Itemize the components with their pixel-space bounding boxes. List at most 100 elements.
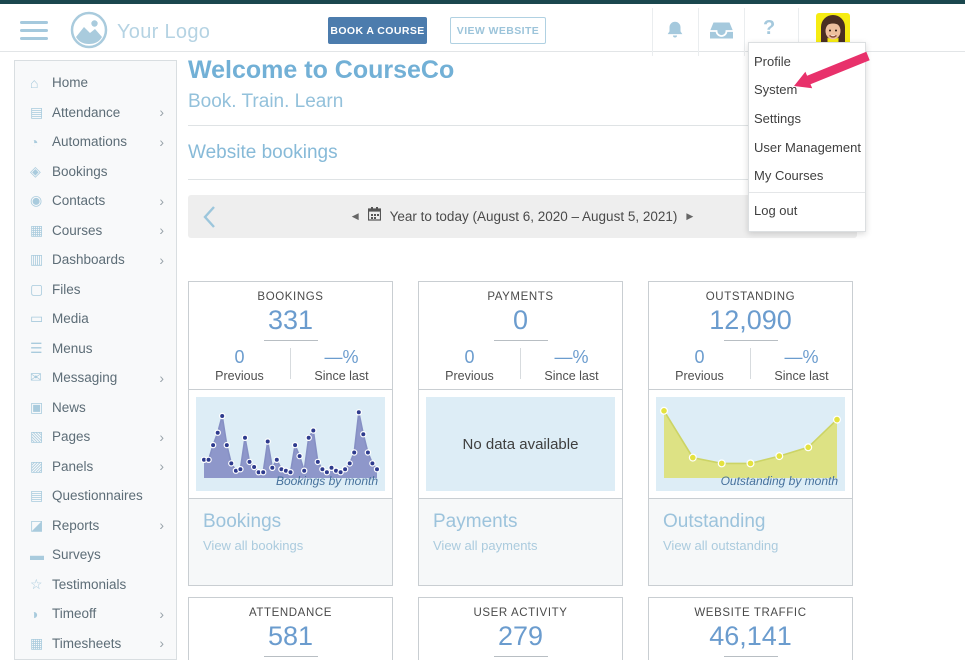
header-divider (744, 8, 745, 56)
sidebar-item-timeoff[interactable]: ◑Timeoff› (15, 599, 176, 629)
previous-period-icon[interactable]: ◀ (352, 211, 359, 222)
menu-item-log-out[interactable]: Log out (749, 193, 865, 229)
sidebar-item-label: Reports (52, 518, 99, 533)
change-value: —% (751, 347, 852, 368)
inbox-icon[interactable] (709, 22, 734, 44)
sidebar-item-label: Questionnaires (52, 488, 143, 503)
chevron-right-icon: › (159, 518, 164, 532)
attendance-card: ATTENDANCE 581 (188, 597, 393, 660)
view-all-bookings-link[interactable]: View all bookings (203, 538, 378, 553)
logo-image-icon (70, 11, 108, 54)
outstanding-card: OUTSTANDING 12,090 0 Previous —% Since l… (648, 281, 853, 586)
sidebar-item-label: Pages (52, 429, 90, 444)
chevron-right-icon: › (159, 459, 164, 473)
sidebar-item-messaging[interactable]: ✉Messaging› (15, 363, 176, 393)
sidebar-item-news[interactable]: ▣News (15, 393, 176, 423)
questionnaires-icon: ▤ (30, 487, 52, 504)
logo[interactable]: Your Logo (70, 11, 210, 54)
panels-icon: ▨ (30, 458, 52, 475)
book-a-course-button[interactable]: BOOK A COURSE (328, 17, 427, 44)
sidebar-item-label: Files (52, 282, 81, 297)
sidebar-item-surveys[interactable]: ▬Surveys (15, 540, 176, 570)
timesheets-icon: ▦ (30, 635, 52, 652)
card-label: BOOKINGS (189, 291, 392, 303)
automations-icon: ◔ (30, 134, 52, 150)
card-label: USER ACTIVITY (419, 607, 622, 619)
card-label: PAYMENTS (419, 291, 622, 303)
contacts-icon: ◉ (30, 192, 52, 209)
menu-item-settings[interactable]: Settings (749, 104, 865, 133)
menu-item-profile[interactable]: Profile (749, 47, 865, 76)
card-value: 46,141 (649, 621, 852, 652)
sidebar-item-reports[interactable]: ◪Reports› (15, 511, 176, 541)
view-all-outstanding-link[interactable]: View all outstanding (663, 538, 838, 553)
sidebar-item-bookings[interactable]: ◈Bookings (15, 157, 176, 187)
chevron-right-icon: › (159, 253, 164, 267)
previous-label: Previous (419, 369, 520, 383)
help-icon[interactable]: ? (763, 17, 775, 40)
sidebar-item-label: Automations (52, 134, 127, 149)
header-divider (698, 8, 699, 56)
dashboards-icon: ▥ (30, 251, 52, 268)
sidebar-item-home[interactable]: ⌂Home (15, 68, 176, 98)
chevron-right-icon: › (159, 636, 164, 650)
sidebar-item-automations[interactable]: ◔Automations› (15, 127, 176, 157)
sidebar-item-courses[interactable]: ▦Courses› (15, 216, 176, 246)
previous-value: 0 (189, 347, 290, 368)
sidebar-item-label: Testimonials (52, 577, 126, 592)
sidebar-item-label: Timesheets (52, 636, 121, 651)
menu-item-my-courses[interactable]: My Courses (749, 161, 865, 190)
bookings-icon: ◈ (30, 163, 52, 180)
sidebar-item-label: Contacts (52, 193, 105, 208)
previous-label: Previous (189, 369, 290, 383)
sidebar-item-testimonials[interactable]: ☆Testimonials (15, 570, 176, 600)
menu-item-user-management[interactable]: User Management (749, 133, 865, 162)
previous-value: 0 (419, 347, 520, 368)
sidebar-item-timesheets[interactable]: ▦Timesheets › (15, 629, 176, 659)
previous-label: Previous (649, 369, 750, 383)
sidebar-item-label: Home (52, 75, 88, 90)
value-underline (494, 340, 548, 341)
sidebar-item-media[interactable]: ▭Media (15, 304, 176, 334)
chevron-right-icon: › (159, 371, 164, 385)
card-value: 12,090 (649, 305, 852, 336)
website-traffic-card: WEBSITE TRAFFIC 46,141 (648, 597, 853, 660)
card-label: ATTENDANCE (189, 607, 392, 619)
sidebar-item-panels[interactable]: ▨Panels › (15, 452, 176, 482)
sidebar-item-pages[interactable]: ▧Pages› (15, 422, 176, 452)
sidebar-item-label: Menus (52, 341, 93, 356)
menu-item-system[interactable]: System (749, 76, 865, 105)
view-all-payments-link[interactable]: View all payments (433, 538, 608, 553)
card-label: OUTSTANDING (649, 291, 852, 303)
sidebar-item-label: Media (52, 311, 89, 326)
value-underline (264, 656, 318, 657)
date-range-label: Year to today (August 6, 2020 – August 5… (390, 209, 678, 224)
sidebar-item-label: Panels (52, 459, 93, 474)
card-value: 279 (419, 621, 622, 652)
sidebar-item-dashboards[interactable]: ▥Dashboards› (15, 245, 176, 275)
card-label: WEBSITE TRAFFIC (649, 607, 852, 619)
next-period-icon[interactable]: ▶ (686, 211, 693, 222)
chevron-right-icon: › (159, 105, 164, 119)
view-website-button[interactable]: VIEW WEBSITE (450, 17, 546, 44)
change-label: Since last (291, 369, 392, 383)
files-icon: ▢ (30, 281, 52, 298)
notifications-bell-icon[interactable] (664, 19, 686, 46)
sidebar-item-files[interactable]: ▢Files (15, 275, 176, 305)
sidebar-item-contacts[interactable]: ◉Contacts› (15, 186, 176, 216)
messaging-icon: ✉ (30, 369, 52, 386)
section-title: Website bookings (188, 142, 338, 164)
sidebar-item-menus[interactable]: ☰Menus (15, 334, 176, 364)
stats-cards-row-2: ATTENDANCE 581 USER ACTIVITY 279 WEBSITE… (188, 597, 853, 660)
value-underline (724, 656, 778, 657)
value-underline (264, 340, 318, 341)
media-icon: ▭ (30, 310, 52, 327)
sidebar-item-questionnaires[interactable]: ▤Questionnaires (15, 481, 176, 511)
change-value: —% (521, 347, 622, 368)
home-icon: ⌂ (30, 75, 52, 91)
card-footer-title: Payments (433, 511, 608, 533)
header-divider (652, 8, 653, 56)
hamburger-menu-icon[interactable] (20, 21, 48, 40)
sidebar-item-label: Surveys (52, 547, 101, 562)
sidebar-item-attendance[interactable]: ▤Attendance› (15, 98, 176, 128)
